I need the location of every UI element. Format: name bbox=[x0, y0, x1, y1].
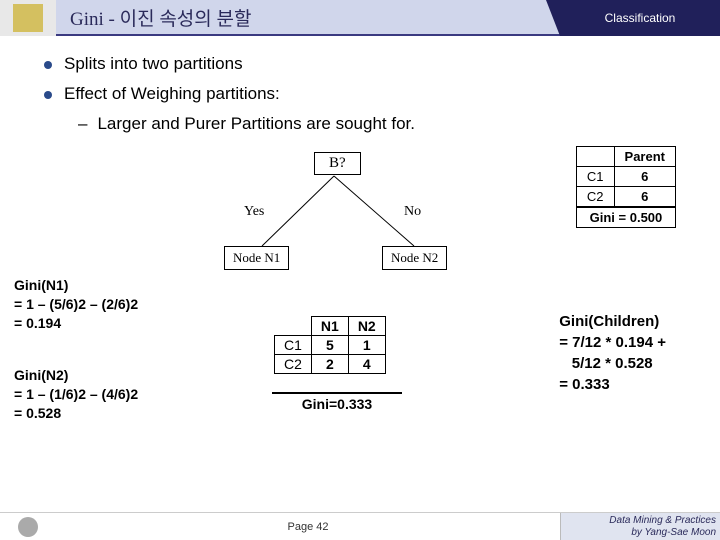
gini-n2-l3: = 0.528 bbox=[14, 404, 138, 423]
person-desk-icon bbox=[13, 4, 43, 32]
credit-line-2: by Yang-Sae Moon bbox=[561, 527, 716, 539]
gc-l2: = 7/12 * 0.194 + bbox=[559, 332, 666, 353]
parent-c2-label: C2 bbox=[576, 187, 614, 208]
parent-c2-val: 6 bbox=[614, 187, 675, 208]
dash-icon: – bbox=[78, 114, 87, 134]
n1n2-table: N1 N2 C1 5 1 C2 2 4 bbox=[274, 316, 386, 374]
tree-node-n2: Node N2 bbox=[382, 246, 447, 270]
r1-label: C1 bbox=[275, 336, 312, 355]
slide-topic: Classification bbox=[560, 0, 720, 36]
decision-tree: B? Yes No Node N1 Node N2 bbox=[214, 146, 464, 306]
gc-l1: Gini(Children) bbox=[559, 311, 666, 332]
gini-children-calc: Gini(Children) = 7/12 * 0.194 + 5/12 * 0… bbox=[559, 311, 666, 395]
page-number: Page 42 bbox=[56, 521, 560, 533]
tree-no-label: No bbox=[404, 204, 421, 220]
sub-bullet: – Larger and Purer Partitions are sought… bbox=[78, 114, 676, 134]
gini-n1-l2: = 1 – (5/6)2 – (2/6)2 bbox=[14, 295, 138, 314]
footer-credits: Data Mining & Practices by Yang-Sae Moon bbox=[560, 513, 720, 540]
sub-bullet-text: Larger and Purer Partitions are sought f… bbox=[97, 114, 415, 134]
gini-n1-calc: Gini(N1) = 1 – (5/6)2 – (2/6)2 = 0.194 bbox=[14, 276, 138, 333]
gc-l4: = 0.333 bbox=[559, 374, 666, 395]
bullet-1: Splits into two partitions bbox=[44, 54, 676, 74]
header-icon-box bbox=[0, 0, 56, 36]
gini-n1-l3: = 0.194 bbox=[14, 314, 138, 333]
n1n2-gini: Gini=0.333 bbox=[272, 392, 402, 412]
university-logo-icon bbox=[18, 517, 38, 537]
n2-head: N2 bbox=[348, 317, 385, 336]
gini-n2-l2: = 1 – (1/6)2 – (4/6)2 bbox=[14, 385, 138, 404]
slide-footer: Page 42 Data Mining & Practices by Yang-… bbox=[0, 512, 720, 540]
gini-n2-calc: Gini(N2) = 1 – (1/6)2 – (4/6)2 = 0.528 bbox=[14, 366, 138, 423]
r2-label: C2 bbox=[275, 355, 312, 374]
bullet-2-text: Effect of Weighing partitions: bbox=[64, 84, 280, 104]
gc-l3: 5/12 * 0.528 bbox=[559, 353, 666, 374]
gini-n2-l1: Gini(N2) bbox=[14, 366, 138, 385]
gini-n1-l1: Gini(N1) bbox=[14, 276, 138, 295]
visualization-area: Parent C1 6 C2 6 Gini = 0.500 B? Yes No … bbox=[14, 146, 706, 466]
parent-table: Parent C1 6 C2 6 Gini = 0.500 bbox=[576, 146, 676, 228]
bullet-icon bbox=[44, 61, 52, 69]
r1-n2: 1 bbox=[348, 336, 385, 355]
slide-header: Gini - 이진 속성의 분할 Classification bbox=[0, 0, 720, 36]
footer-logo-box bbox=[0, 517, 56, 537]
n1-head: N1 bbox=[311, 317, 348, 336]
parent-c1-val: 6 bbox=[614, 167, 675, 187]
r2-n2: 4 bbox=[348, 355, 385, 374]
r1-n1: 5 bbox=[311, 336, 348, 355]
parent-header: Parent bbox=[614, 147, 675, 167]
parent-gini: Gini = 0.500 bbox=[576, 207, 675, 228]
tree-yes-label: Yes bbox=[244, 204, 264, 220]
credit-line-1: Data Mining & Practices bbox=[561, 515, 716, 527]
bullet-1-text: Splits into two partitions bbox=[64, 54, 243, 74]
slide-content: Splits into two partitions Effect of Wei… bbox=[0, 36, 720, 466]
bullet-2: Effect of Weighing partitions: bbox=[44, 84, 676, 104]
bullet-icon bbox=[44, 91, 52, 99]
tree-root: B? bbox=[314, 152, 361, 175]
tree-node-n1: Node N1 bbox=[224, 246, 289, 270]
parent-c1-label: C1 bbox=[576, 167, 614, 187]
r2-n1: 2 bbox=[311, 355, 348, 374]
slide-title: Gini - 이진 속성의 분할 bbox=[56, 0, 560, 36]
